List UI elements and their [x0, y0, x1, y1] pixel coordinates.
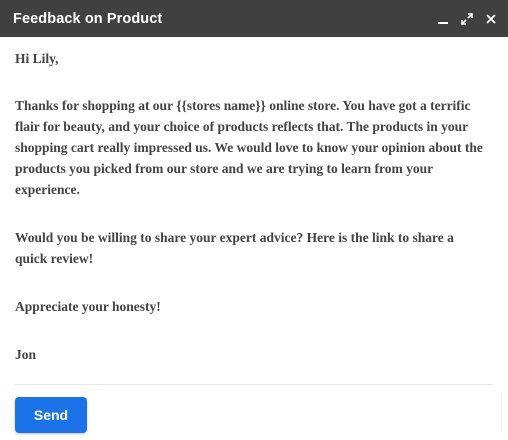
expand-icon[interactable]	[458, 10, 476, 28]
compose-title: Feedback on Product	[13, 10, 163, 27]
email-paragraph-thanks: Appreciate your honesty!	[15, 299, 161, 314]
close-icon[interactable]	[482, 10, 500, 28]
send-button[interactable]: Send	[15, 397, 87, 433]
footer-divider	[15, 384, 493, 385]
compose-window: Feedback on Product Hi Lily, Thanks for …	[0, 0, 508, 440]
email-paragraph-request: Would you be willing to share your exper…	[15, 230, 454, 266]
compose-titlebar[interactable]: Feedback on Product	[0, 0, 508, 37]
email-signature: Jon	[15, 347, 37, 362]
minimize-icon[interactable]	[434, 10, 452, 28]
email-body-editor[interactable]: Hi Lily, Thanks for shopping at our {{st…	[15, 37, 493, 383]
footer-edge-line	[501, 392, 502, 432]
window-controls	[434, 10, 500, 28]
email-greeting: Hi Lily,	[15, 51, 59, 66]
email-paragraph-intro: Thanks for shopping at our {{stores name…	[15, 98, 483, 197]
